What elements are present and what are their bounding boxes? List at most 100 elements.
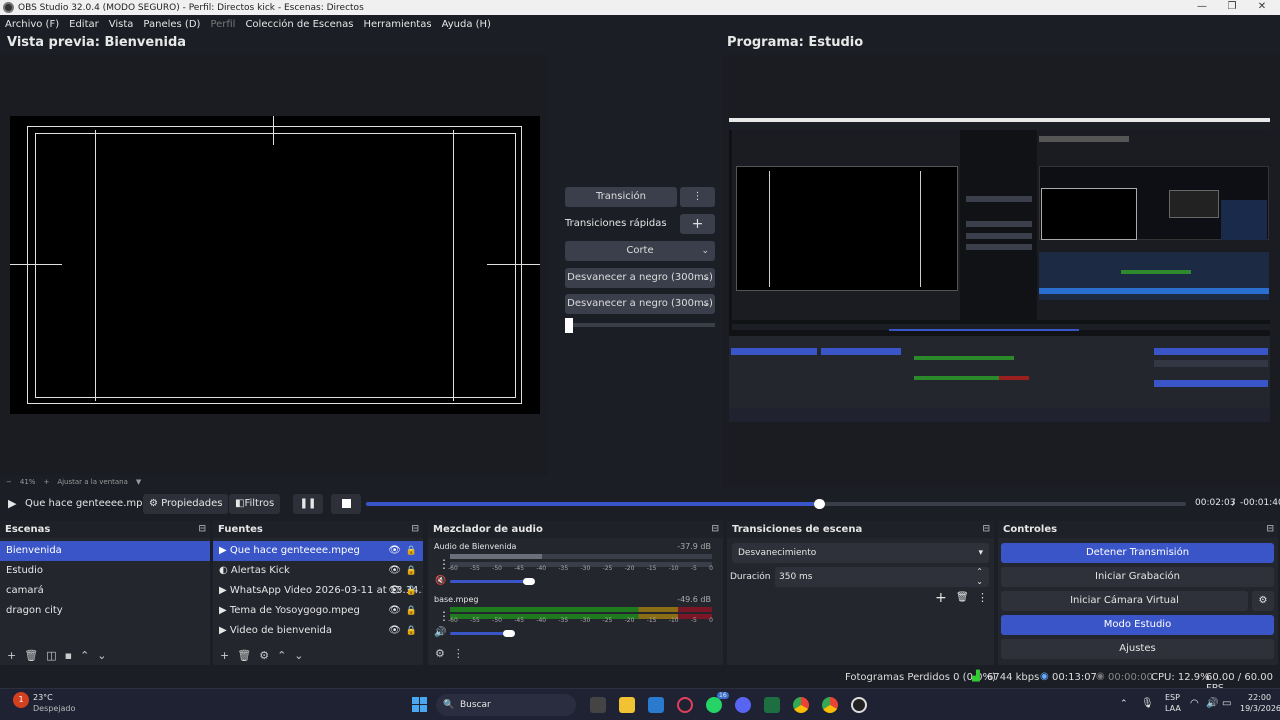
stop-button[interactable]	[331, 494, 361, 514]
source-item[interactable]: ▶ Que hace genteeee.mpeg 👁 🔒	[213, 541, 423, 561]
media-seek-bar[interactable]	[366, 499, 1186, 509]
menu-docks[interactable]: Paneles (D)	[143, 19, 200, 30]
menu-help[interactable]: Ayuda (H)	[442, 19, 491, 30]
tbar-track[interactable]	[565, 323, 715, 327]
menu-tools[interactable]: Herramientas	[363, 19, 431, 30]
source-item[interactable]: ▶ WhatsApp Video 2026-03-11 at 13.34.1 👁 🔒	[213, 581, 423, 601]
lock-icon[interactable]: 🔒	[406, 561, 417, 581]
settings-button[interactable]: Ajustes	[1001, 639, 1274, 659]
move-down-icon[interactable]: ⌄	[97, 649, 106, 662]
fit-window-label[interactable]: Ajustar a la ventana	[57, 478, 128, 486]
stop-streaming-button[interactable]: Detener Transmisión	[1001, 543, 1274, 563]
language-code[interactable]: ESP	[1165, 693, 1180, 702]
eye-icon[interactable]: 👁	[388, 541, 401, 561]
tbar-handle[interactable]	[565, 318, 573, 333]
eye-icon[interactable]: 👁	[388, 621, 401, 641]
lock-icon[interactable]: 🔒	[406, 541, 417, 561]
speaker-icon[interactable]: 🔊	[434, 627, 446, 638]
excel-icon[interactable]	[764, 697, 780, 713]
properties-button[interactable]: ⚙ Propiedades	[143, 494, 229, 514]
scene-item[interactable]: Estudio	[0, 561, 210, 581]
trash-icon[interactable]: 🗑	[956, 592, 969, 603]
mute-icon[interactable]: 🔇	[435, 576, 446, 586]
chrome-profile-icon[interactable]	[822, 697, 838, 713]
minimize-button[interactable]: —	[1187, 0, 1217, 15]
menu-scene-collection[interactable]: Colección de Escenas	[245, 19, 353, 30]
gear-icon[interactable]: ⚙	[1252, 591, 1274, 611]
maximize-button[interactable]: ❐	[1217, 0, 1247, 15]
obs-icon[interactable]	[851, 697, 867, 713]
clock-time[interactable]: 22:00	[1248, 693, 1271, 702]
lock-icon[interactable]: 🔒	[406, 581, 417, 601]
spin-down-icon[interactable]: ⌄	[976, 572, 983, 592]
volume-slider[interactable]	[450, 632, 510, 635]
scene-item[interactable]: Bienvenida	[0, 541, 210, 561]
opera-icon[interactable]	[677, 697, 693, 713]
trash-icon[interactable]: 🗑	[237, 649, 251, 662]
add-quick-transition-icon[interactable]: +	[680, 214, 715, 234]
volume-handle[interactable]	[523, 578, 535, 585]
transition-select[interactable]: Desvanecimiento ▾	[732, 543, 989, 563]
scene-item[interactable]: camará	[0, 581, 210, 601]
quick-transition-cut[interactable]: Corte ⌄	[565, 241, 715, 261]
more-icon[interactable]: ⋮	[977, 591, 988, 604]
eye-icon[interactable]: 👁	[388, 581, 401, 601]
language-layout[interactable]: LAA	[1165, 704, 1181, 713]
filters-button[interactable]: ◧Filtros	[229, 494, 281, 514]
zoom-out-button[interactable]: −	[6, 478, 12, 486]
dock-menu-icon[interactable]: ⊟	[411, 521, 419, 538]
add-icon[interactable]: +	[7, 649, 16, 662]
close-button[interactable]: ✕	[1247, 0, 1277, 15]
more-icon[interactable]: ⋮	[453, 647, 464, 660]
dock-menu-icon[interactable]: ⊟	[711, 521, 719, 538]
dock-menu-icon[interactable]: ⊟	[982, 521, 990, 538]
battery-icon[interactable]: ▭	[1222, 698, 1231, 709]
store-icon[interactable]	[648, 697, 664, 713]
quick-transition-fade-2[interactable]: Desvanecer a negro (300ms) ⌄	[565, 294, 715, 314]
microphone-icon[interactable]: 🎙	[1141, 698, 1154, 709]
menu-edit[interactable]: Editar	[69, 19, 99, 30]
filter-icon[interactable]: ◫	[46, 649, 56, 662]
preview-canvas[interactable]	[10, 116, 540, 414]
volume-handle[interactable]	[503, 630, 515, 637]
scene-item[interactable]: dragon city	[0, 601, 210, 621]
tray-chevron-icon[interactable]: ⌃	[1120, 699, 1128, 709]
trash-icon[interactable]: 🗑	[24, 649, 38, 662]
dock-menu-icon[interactable]: ⊟	[1266, 521, 1274, 538]
quick-transition-fade-1[interactable]: Desvanecer a negro (300ms) ⌄	[565, 268, 715, 288]
file-explorer-icon[interactable]	[619, 697, 635, 713]
add-icon[interactable]: +	[935, 590, 947, 606]
menu-file[interactable]: Archivo (F)	[5, 19, 59, 30]
add-icon[interactable]: +	[220, 649, 229, 662]
scene-filters-icon[interactable]: ▪	[65, 649, 72, 662]
clock-date[interactable]: 19/3/2026	[1240, 704, 1280, 713]
windows-start-icon[interactable]	[412, 697, 427, 712]
gear-icon[interactable]: ⚙	[259, 649, 269, 662]
task-view-icon[interactable]	[590, 697, 606, 713]
source-item[interactable]: ◐ Alertas Kick 👁 🔒	[213, 561, 423, 581]
volume-slider[interactable]	[450, 580, 530, 583]
move-down-icon[interactable]: ⌄	[294, 649, 303, 662]
lock-icon[interactable]: 🔒	[406, 621, 417, 641]
wifi-icon[interactable]: ◠	[1190, 698, 1199, 709]
studio-mode-button[interactable]: Modo Estudio	[1001, 615, 1274, 635]
taskbar-search[interactable]: 🔍 Buscar	[436, 694, 576, 716]
more-icon[interactable]: ⋮	[680, 187, 715, 207]
lock-icon[interactable]: 🔒	[406, 601, 417, 621]
eye-icon[interactable]: 👁	[388, 561, 401, 581]
advanced-audio-icon[interactable]: ⚙	[435, 647, 445, 660]
duration-input[interactable]: 350 ms ⌃ ⌄	[775, 567, 989, 587]
start-recording-button[interactable]: Iniciar Grabación	[1001, 567, 1274, 587]
move-up-icon[interactable]: ⌃	[277, 649, 286, 662]
menu-view[interactable]: Vista	[109, 19, 134, 30]
play-icon[interactable]: ▶	[8, 497, 16, 510]
pause-button[interactable]: ❚❚	[293, 494, 323, 514]
start-virtual-camera-button[interactable]: Iniciar Cámara Virtual	[1001, 591, 1248, 611]
source-item[interactable]: ▶ Video de bienvenida 👁 🔒	[213, 621, 423, 641]
eye-icon[interactable]: 👁	[388, 601, 401, 621]
source-item[interactable]: ▶ Tema de Yosoygogo.mpeg 👁 🔒	[213, 601, 423, 621]
menu-profile[interactable]: Perfil	[210, 19, 235, 30]
dock-menu-icon[interactable]: ⊟	[198, 521, 206, 538]
move-up-icon[interactable]: ⌃	[80, 649, 89, 662]
volume-icon[interactable]: 🔊	[1206, 698, 1218, 709]
